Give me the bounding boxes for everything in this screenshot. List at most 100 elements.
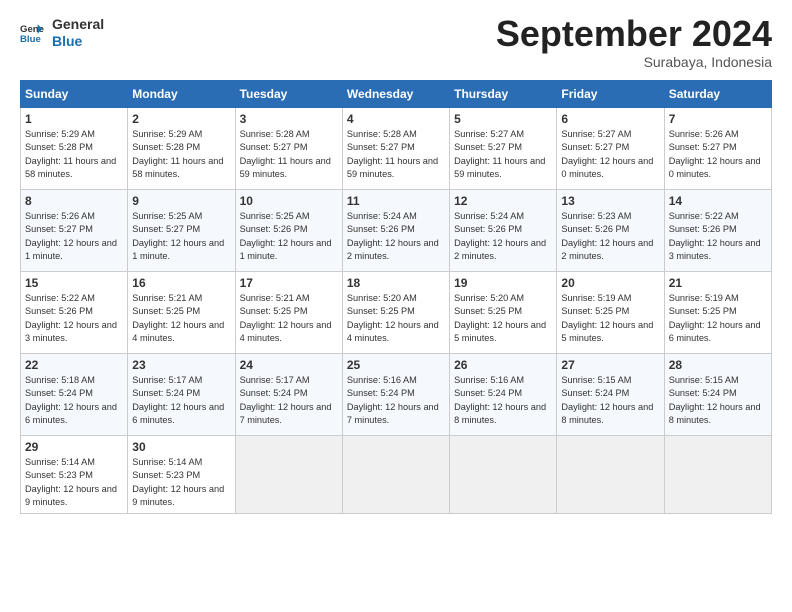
calendar-cell: 10 Sunrise: 5:25 AMSunset: 5:26 PMDayligh…: [235, 190, 342, 272]
day-number: 24: [240, 358, 338, 372]
day-info: Sunrise: 5:24 AMSunset: 5:26 PMDaylight:…: [454, 211, 546, 261]
day-info: Sunrise: 5:25 AMSunset: 5:27 PMDaylight:…: [132, 211, 224, 261]
logo: General Blue General Blue: [20, 16, 104, 50]
day-info: Sunrise: 5:16 AMSunset: 5:24 PMDaylight:…: [454, 375, 546, 425]
calendar-cell: [450, 436, 557, 514]
week-row-5: 29 Sunrise: 5:14 AMSunset: 5:23 PMDayligh…: [21, 436, 772, 514]
col-header-thursday: Thursday: [450, 81, 557, 108]
day-info: Sunrise: 5:24 AMSunset: 5:26 PMDaylight:…: [347, 211, 439, 261]
calendar-cell: 4Sunrise: 5:28 AMSunset: 5:27 PMDaylight…: [342, 108, 449, 190]
calendar-cell: 29 Sunrise: 5:14 AMSunset: 5:23 PMDayligh…: [21, 436, 128, 514]
day-info: Sunrise: 5:29 AMSunset: 5:28 PMDaylight:…: [132, 129, 223, 179]
day-info: Sunrise: 5:22 AMSunset: 5:26 PMDaylight:…: [669, 211, 761, 261]
day-number: 8: [25, 194, 123, 208]
calendar-page: General Blue General Blue September 2024…: [0, 0, 792, 612]
day-number: 29: [25, 440, 123, 454]
day-number: 23: [132, 358, 230, 372]
day-info: Sunrise: 5:19 AMSunset: 5:25 PMDaylight:…: [669, 293, 761, 343]
calendar-cell: 23Sunrise: 5:17 AMSunset: 5:24 PMDayligh…: [128, 354, 235, 436]
day-number: 26: [454, 358, 552, 372]
calendar-cell: 3 Sunrise: 5:28 AMSunset: 5:27 PMDaylight…: [235, 108, 342, 190]
day-info: Sunrise: 5:19 AMSunset: 5:25 PMDaylight:…: [561, 293, 653, 343]
calendar-cell: 21 Sunrise: 5:19 AMSunset: 5:25 PMDayligh…: [664, 272, 771, 354]
calendar-cell: [235, 436, 342, 514]
calendar-cell: 2Sunrise: 5:29 AMSunset: 5:28 PMDaylight…: [128, 108, 235, 190]
day-number: 6: [561, 112, 659, 126]
calendar-cell: 30 Sunrise: 5:14 AMSunset: 5:23 PMDayligh…: [128, 436, 235, 514]
day-number: 16: [132, 276, 230, 290]
week-row-2: 8 Sunrise: 5:26 AMSunset: 5:27 PMDaylight…: [21, 190, 772, 272]
calendar-cell: 22 Sunrise: 5:18 AMSunset: 5:24 PMDayligh…: [21, 354, 128, 436]
day-info: Sunrise: 5:14 AMSunset: 5:23 PMDaylight:…: [25, 457, 117, 507]
day-number: 21: [669, 276, 767, 290]
calendar-cell: 6 Sunrise: 5:27 AMSunset: 5:27 PMDaylight…: [557, 108, 664, 190]
calendar-cell: 5 Sunrise: 5:27 AMSunset: 5:27 PMDaylight…: [450, 108, 557, 190]
day-info: Sunrise: 5:27 AMSunset: 5:27 PMDaylight:…: [561, 129, 653, 179]
calendar-cell: 8 Sunrise: 5:26 AMSunset: 5:27 PMDaylight…: [21, 190, 128, 272]
col-header-saturday: Saturday: [664, 81, 771, 108]
day-number: 27: [561, 358, 659, 372]
week-row-4: 22 Sunrise: 5:18 AMSunset: 5:24 PMDayligh…: [21, 354, 772, 436]
col-header-friday: Friday: [557, 81, 664, 108]
day-info: Sunrise: 5:28 AMSunset: 5:27 PMDaylight:…: [240, 129, 331, 179]
header: General Blue General Blue September 2024…: [20, 16, 772, 70]
day-number: 13: [561, 194, 659, 208]
day-info: Sunrise: 5:15 AMSunset: 5:24 PMDaylight:…: [561, 375, 653, 425]
month-title: September 2024: [496, 16, 772, 52]
col-header-wednesday: Wednesday: [342, 81, 449, 108]
day-number: 1: [25, 112, 123, 126]
calendar-cell: 27 Sunrise: 5:15 AMSunset: 5:24 PMDayligh…: [557, 354, 664, 436]
day-number: 22: [25, 358, 123, 372]
day-number: 14: [669, 194, 767, 208]
day-number: 5: [454, 112, 552, 126]
week-row-1: 1 Sunrise: 5:29 AMSunset: 5:28 PMDaylight…: [21, 108, 772, 190]
day-number: 11: [347, 194, 445, 208]
day-number: 9: [132, 194, 230, 208]
calendar-table: SundayMondayTuesdayWednesdayThursdayFrid…: [20, 80, 772, 514]
title-block: September 2024 Surabaya, Indonesia: [496, 16, 772, 70]
calendar-cell: [342, 436, 449, 514]
logo-text-blue: Blue: [52, 33, 104, 50]
calendar-cell: 18 Sunrise: 5:20 AMSunset: 5:25 PMDayligh…: [342, 272, 449, 354]
calendar-cell: 15 Sunrise: 5:22 AMSunset: 5:26 PMDayligh…: [21, 272, 128, 354]
day-info: Sunrise: 5:15 AMSunset: 5:24 PMDaylight:…: [669, 375, 761, 425]
day-info: Sunrise: 5:21 AMSunset: 5:25 PMDaylight:…: [132, 293, 224, 343]
day-number: 12: [454, 194, 552, 208]
day-number: 25: [347, 358, 445, 372]
calendar-cell: 20Sunrise: 5:19 AMSunset: 5:25 PMDayligh…: [557, 272, 664, 354]
calendar-cell: 19Sunrise: 5:20 AMSunset: 5:25 PMDayligh…: [450, 272, 557, 354]
day-info: Sunrise: 5:20 AMSunset: 5:25 PMDaylight:…: [347, 293, 439, 343]
calendar-cell: 11 Sunrise: 5:24 AMSunset: 5:26 PMDayligh…: [342, 190, 449, 272]
day-number: 28: [669, 358, 767, 372]
day-info: Sunrise: 5:25 AMSunset: 5:26 PMDaylight:…: [240, 211, 332, 261]
calendar-cell: 25 Sunrise: 5:16 AMSunset: 5:24 PMDayligh…: [342, 354, 449, 436]
day-number: 10: [240, 194, 338, 208]
calendar-cell: [664, 436, 771, 514]
calendar-cell: 13Sunrise: 5:23 AMSunset: 5:26 PMDayligh…: [557, 190, 664, 272]
day-info: Sunrise: 5:14 AMSunset: 5:23 PMDaylight:…: [132, 457, 224, 507]
calendar-cell: 24Sunrise: 5:17 AMSunset: 5:24 PMDayligh…: [235, 354, 342, 436]
day-info: Sunrise: 5:26 AMSunset: 5:27 PMDaylight:…: [669, 129, 761, 179]
day-info: Sunrise: 5:20 AMSunset: 5:25 PMDaylight:…: [454, 293, 546, 343]
logo-text-general: General: [52, 16, 104, 33]
calendar-cell: 28 Sunrise: 5:15 AMSunset: 5:24 PMDayligh…: [664, 354, 771, 436]
svg-text:Blue: Blue: [20, 34, 41, 45]
calendar-cell: 14 Sunrise: 5:22 AMSunset: 5:26 PMDayligh…: [664, 190, 771, 272]
location-subtitle: Surabaya, Indonesia: [496, 54, 772, 70]
day-info: Sunrise: 5:27 AMSunset: 5:27 PMDaylight:…: [454, 129, 545, 179]
day-number: 18: [347, 276, 445, 290]
day-info: Sunrise: 5:16 AMSunset: 5:24 PMDaylight:…: [347, 375, 439, 425]
calendar-cell: 26 Sunrise: 5:16 AMSunset: 5:24 PMDayligh…: [450, 354, 557, 436]
day-info: Sunrise: 5:21 AMSunset: 5:25 PMDaylight:…: [240, 293, 332, 343]
day-info: Sunrise: 5:26 AMSunset: 5:27 PMDaylight:…: [25, 211, 117, 261]
day-number: 15: [25, 276, 123, 290]
day-number: 17: [240, 276, 338, 290]
day-info: Sunrise: 5:18 AMSunset: 5:24 PMDaylight:…: [25, 375, 117, 425]
col-header-monday: Monday: [128, 81, 235, 108]
day-number: 30: [132, 440, 230, 454]
calendar-cell: 16 Sunrise: 5:21 AMSunset: 5:25 PMDayligh…: [128, 272, 235, 354]
logo-icon: General Blue: [20, 21, 44, 45]
calendar-cell: [557, 436, 664, 514]
day-info: Sunrise: 5:22 AMSunset: 5:26 PMDaylight:…: [25, 293, 117, 343]
day-number: 3: [240, 112, 338, 126]
